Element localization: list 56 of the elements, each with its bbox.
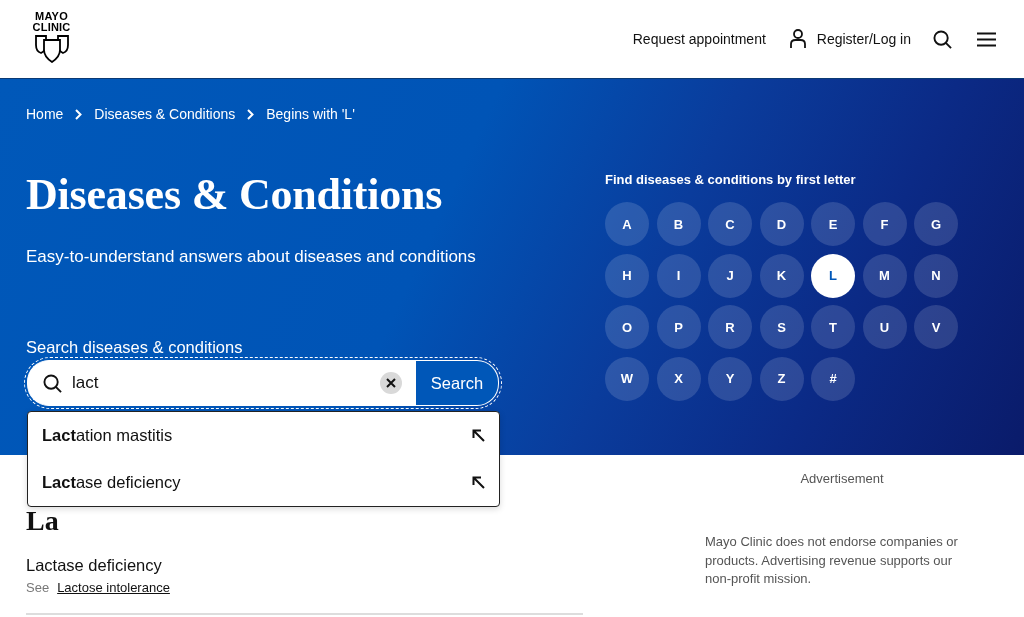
- letter-button[interactable]: W: [605, 356, 649, 401]
- letter-button[interactable]: B: [656, 202, 701, 246]
- letter-button[interactable]: F: [862, 202, 907, 246]
- arrow-up-left-icon: [472, 476, 485, 489]
- page-title: Diseases & Conditions: [26, 169, 443, 221]
- suggestion-item[interactable]: Lactation mastitis: [28, 412, 499, 459]
- letter-button[interactable]: Y: [708, 356, 752, 401]
- letter-button[interactable]: J: [708, 253, 752, 298]
- letter-button[interactable]: P: [656, 305, 701, 349]
- search-icon: [933, 29, 952, 49]
- chevron-right-icon: [247, 108, 255, 120]
- letter-button[interactable]: O: [605, 305, 649, 349]
- letter-button[interactable]: #: [811, 356, 855, 401]
- shield-logo-icon: [34, 35, 69, 63]
- letter-button[interactable]: C: [708, 202, 752, 246]
- see-link[interactable]: Lactose intolerance: [57, 579, 170, 597]
- letter-button[interactable]: M: [862, 253, 907, 298]
- letter-button[interactable]: T: [811, 305, 855, 349]
- letter-button[interactable]: G: [914, 202, 958, 246]
- ad-disclaimer: Mayo Clinic does not endorse companies or products. Advertising revenue supports our non-profit mission.: [705, 533, 959, 588]
- ad-label: Advertisement: [800, 471, 884, 487]
- letter-button[interactable]: Z: [759, 356, 804, 401]
- letter-button[interactable]: X: [656, 356, 701, 401]
- search-button[interactable]: [933, 29, 952, 49]
- search-label: Search diseases & conditions: [26, 337, 243, 357]
- letter-nav-heading: Find diseases & conditions by first letter: [605, 172, 856, 188]
- letter-button[interactable]: H: [605, 253, 649, 298]
- letter-button[interactable]: E: [811, 202, 855, 246]
- logo[interactable]: MAYO CLINIC: [30, 11, 73, 63]
- suggestion-item[interactable]: Lactase deficiency: [28, 459, 499, 506]
- logo-text: MAYO: [35, 11, 68, 22]
- see-label: See: [26, 579, 50, 597]
- letter-button[interactable]: N: [914, 253, 958, 298]
- letter-button[interactable]: K: [759, 253, 804, 298]
- logo-text: CLINIC: [32, 22, 71, 33]
- letter-button[interactable]: U: [862, 305, 907, 349]
- letter-button[interactable]: I: [656, 253, 701, 298]
- breadcrumb-link[interactable]: Begins with 'L': [266, 106, 355, 122]
- arrow-up-left-icon: [472, 429, 485, 442]
- entry-title-link[interactable]: Lactase deficiency: [26, 554, 162, 576]
- letter-button[interactable]: A: [605, 202, 649, 246]
- user-icon: [789, 29, 806, 49]
- menu-button[interactable]: [977, 31, 996, 47]
- letter-button[interactable]: S: [759, 305, 804, 349]
- chevron-right-icon: [75, 108, 83, 120]
- letter-button[interactable]: D: [759, 202, 804, 246]
- menu-icon: [977, 31, 996, 47]
- section-heading: La: [26, 507, 59, 535]
- nav-link[interactable]: Request appointment: [632, 31, 766, 47]
- login-link[interactable]: Register/Log in: [789, 29, 911, 49]
- breadcrumb-link[interactable]: Home: [26, 106, 64, 122]
- page-subtitle: Easy-to-understand answers about diseases and conditions: [26, 246, 476, 268]
- breadcrumb-link[interactable]: Diseases & Conditions: [94, 106, 236, 122]
- letter-button[interactable]: L: [811, 253, 855, 298]
- letter-button[interactable]: V: [914, 305, 958, 349]
- letter-button[interactable]: R: [708, 305, 752, 349]
